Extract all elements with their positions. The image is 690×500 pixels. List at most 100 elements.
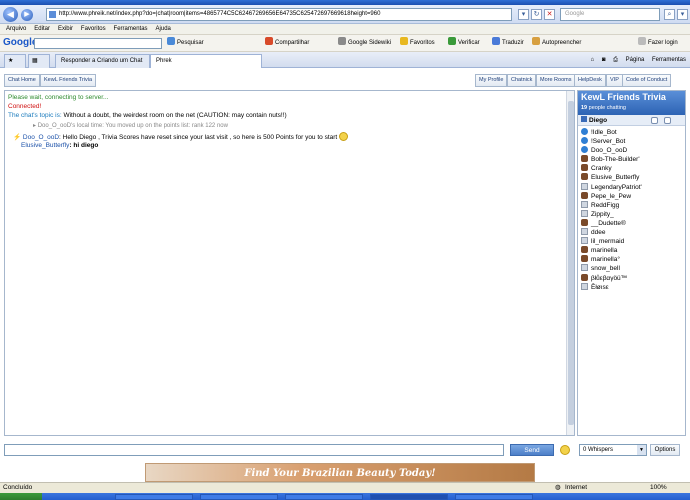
user-message: Elusive_Butterfly: hi diego [21,142,98,149]
print-icon[interactable]: ⎙ [613,57,618,63]
avatar-icon [581,255,588,263]
back-icon[interactable]: ◀ [3,7,18,22]
menu-ferramentas[interactable]: Ferramentas [114,24,148,35]
user-name: LegendaryPatriot' [591,183,642,191]
user-list-item[interactable]: Cranky [578,164,685,173]
chat-scrollbar[interactable] [566,91,574,435]
picture-icon [581,237,588,245]
user-list-item[interactable]: Elusive_Butterfly [578,173,685,182]
my-profile-button[interactable]: My Profile [475,74,508,87]
user-list-item[interactable]: Ĕłøısε [578,282,685,292]
start-button[interactable] [0,493,42,500]
feeds-icon[interactable]: ◙ [602,57,606,63]
tools-menu[interactable]: Ferramentas [652,57,686,63]
send-button[interactable]: Send [510,444,554,456]
google-search-input[interactable] [34,38,162,49]
avatar-icon [581,173,588,181]
user-name: Zippity_ [591,210,614,218]
user-list-item[interactable]: Zippity_ [578,209,685,219]
user-icon [581,116,587,122]
page-menu[interactable]: Página [626,57,645,63]
user-list-item[interactable]: LegendaryPatriot' [578,182,685,192]
user-list-item[interactable]: Doo_O_ooD [578,146,685,155]
bot-username[interactable]: Doo_O_ooD [23,134,59,141]
menu-editar[interactable]: Editar [34,24,50,35]
address-bar[interactable]: http://www.phreik.net/index.php?do=|chat… [46,8,512,21]
more-rooms-button[interactable]: More Rooms [536,74,576,87]
translate-button[interactable]: Traduzir [492,35,524,52]
picture-icon [581,282,588,290]
tab-list-icon[interactable]: ▦ [28,54,50,68]
user-name: lil_mermaid [591,238,625,246]
bookmarks-button[interactable]: Favoritos [400,35,435,52]
user-list-item[interactable]: ddee [578,228,685,237]
chat-input[interactable] [4,444,504,456]
user-list-item[interactable]: snow_bell [578,264,685,273]
dropdown-icon[interactable]: ▾ [518,9,529,20]
command-bar: ⌂ ◙ ⎙ Página Ferramentas [585,52,686,68]
page-icon [49,11,56,18]
user-list-item[interactable]: lil_mermaid [578,237,685,246]
user-list-item[interactable]: βłůεβαγöü™ [578,273,685,283]
status-bar: Concluído ◍ Internet 100% [0,482,690,493]
login-button[interactable]: Fazer login [638,35,678,52]
chatnick-button[interactable]: Chatnick [507,74,537,87]
vip-button[interactable]: VIP [606,74,623,87]
scrollbar-thumb[interactable] [568,101,574,425]
user-list-item[interactable]: marinella [578,246,685,255]
sidewiki-button[interactable]: Google Sidewiki [338,35,391,52]
user-list-item[interactable]: marinella° [578,255,685,264]
google-search-button[interactable]: Pesquisar [167,35,204,52]
wand-icon: ⚡ [13,134,23,141]
stop-icon[interactable]: ✕ [544,9,555,20]
user-list-item[interactable]: Bob-The-Builder' [578,155,685,164]
edit-icon[interactable] [664,117,671,124]
sidewiki-icon [338,37,346,45]
home-icon[interactable]: ⌂ [591,57,595,63]
taskbar-item[interactable] [285,494,363,500]
current-user-row[interactable]: Diego [578,115,685,126]
autofill-button[interactable]: Autopreencher [532,35,581,52]
helpdesk-button[interactable]: HelpDesk [574,74,606,87]
menu-exibir[interactable]: Exibir [58,24,73,35]
share-button[interactable]: Compartilhar [265,35,309,52]
user-list-item[interactable]: Pepe_le_Pew [578,191,685,201]
taskbar-item[interactable] [370,494,448,500]
user-name: __Dudette® [591,219,626,227]
topic-label: The chat's topic is: [8,112,62,119]
tab-responder[interactable]: Responder a Criando um Chat [55,54,150,68]
code-of-conduct-button[interactable]: Code of Conduct [622,74,672,87]
user-list-item[interactable]: __Dudette® [578,218,685,228]
room-button[interactable]: KewL Friends Trivia [40,74,97,87]
picture-icon [581,264,588,272]
smiley-picker-icon[interactable] [560,445,570,455]
status-text: Concluído [3,484,33,491]
spellcheck-button[interactable]: Verificar [448,35,480,52]
refresh-icon[interactable]: ↻ [531,9,542,20]
tab-phrek[interactable]: Phrek [150,54,262,68]
browser-search-input[interactable]: Google [560,8,660,21]
zoom-text[interactable]: 100% [650,483,667,493]
menu-ajuda[interactable]: Ajuda [156,24,171,35]
taskbar-item[interactable] [455,494,533,500]
profile-icon[interactable] [651,117,658,124]
ad-banner[interactable]: Find Your Brazilian Beauty Today! [145,463,535,482]
picture-icon [581,209,588,217]
bot-message: ⚡ Doo_O_ooD: Hello Diego , Trivia Scores… [13,132,349,141]
user-list-item[interactable]: !Idle_Bot [578,128,685,137]
favorites-star-icon[interactable]: ★ [4,54,26,68]
search-icon[interactable]: ⌕ [664,9,675,20]
taskbar [0,493,690,500]
taskbar-item[interactable] [200,494,278,500]
user-list-item[interactable]: !Server_Bot [578,137,685,146]
menu-arquivo[interactable]: Arquivo [6,24,26,35]
user-message-username[interactable]: Elusive_Butterfly [21,142,69,149]
user-list-item[interactable]: ReddFigg [578,200,685,210]
chat-home-button[interactable]: Chat Home [4,74,40,87]
search-options-icon[interactable]: ▾ [677,9,688,20]
whisper-select[interactable]: 0 Whispers ▼ [579,444,647,456]
options-button[interactable]: Options [650,444,680,456]
taskbar-item[interactable] [115,494,193,500]
menu-favoritos[interactable]: Favoritos [81,24,106,35]
forward-icon[interactable]: ▶ [21,9,33,21]
